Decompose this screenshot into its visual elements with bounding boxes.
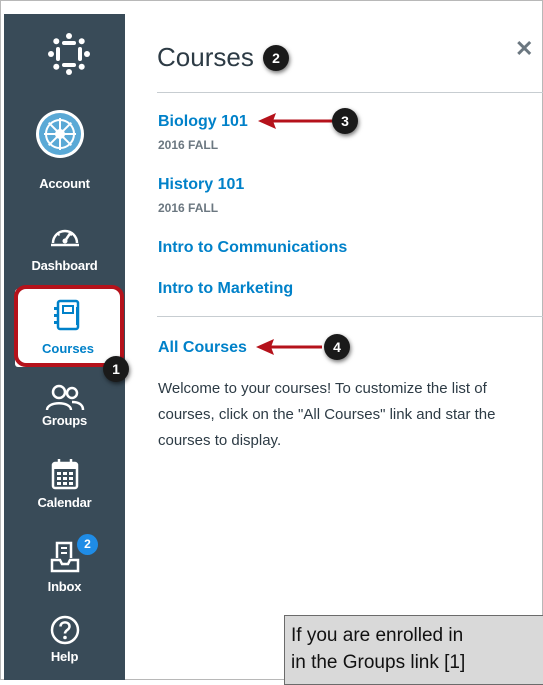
course-link-biology-101[interactable]: Biology 101 [158,113,248,131]
caption-box: If you are enrolled in in the Groups lin… [284,615,543,685]
close-tray-icon[interactable]: ✕ [515,36,533,62]
nav-account-label: Account [39,176,90,191]
courses-divider [157,316,543,317]
inbox-tray-icon [50,541,79,573]
calendar-icon [51,459,78,490]
courses-highlight-box [14,285,124,367]
groups-people-icon [45,384,84,411]
caption-line-1: If you are enrolled in [291,625,464,646]
nav-inbox-label: Inbox [47,579,82,594]
nav-calendar-label: Calendar [37,495,92,510]
nav-calendar[interactable]: Calendar [4,458,125,510]
dashboard-gauge-icon [50,229,79,247]
caption-line-2: in the Groups link [1] [291,652,466,673]
account-avatar[interactable] [36,110,84,158]
course-link-history-101[interactable]: History 101 [158,176,244,194]
nav-account[interactable]: Account [4,177,125,191]
course-term: 2016 FALL [158,138,219,152]
arrow-to-biology-icon [258,113,334,129]
help-question-icon [50,615,79,645]
course-link-intro-marketing[interactable]: Intro to Marketing [158,280,293,298]
nav-dashboard[interactable]: Dashboard [4,221,125,273]
all-courses-link[interactable]: All Courses [158,339,247,357]
course-term: 2016 FALL [158,201,219,215]
callout-2: 2 [263,45,289,71]
callout-3: 3 [332,108,358,134]
course-link-intro-communications[interactable]: Intro to Communications [158,239,347,257]
callout-4: 4 [324,334,350,360]
nav-help-label: Help [50,649,79,664]
canvas-logo-icon[interactable] [47,32,91,76]
nav-help[interactable]: Help [4,614,125,664]
nav-dashboard-label: Dashboard [31,258,98,273]
nav-groups-label: Groups [41,413,88,428]
arrow-to-all-courses-icon [256,339,322,355]
nav-inbox[interactable]: Inbox [4,540,125,594]
account-avatar-icon [39,113,81,155]
welcome-message: Welcome to your courses! To customize th… [158,380,496,449]
nav-groups[interactable]: Groups [4,384,125,428]
callout-1: 1 [103,356,129,382]
title-divider [157,92,543,93]
tray-title: Courses [157,42,254,72]
inbox-unread-badge: 2 [77,534,98,555]
